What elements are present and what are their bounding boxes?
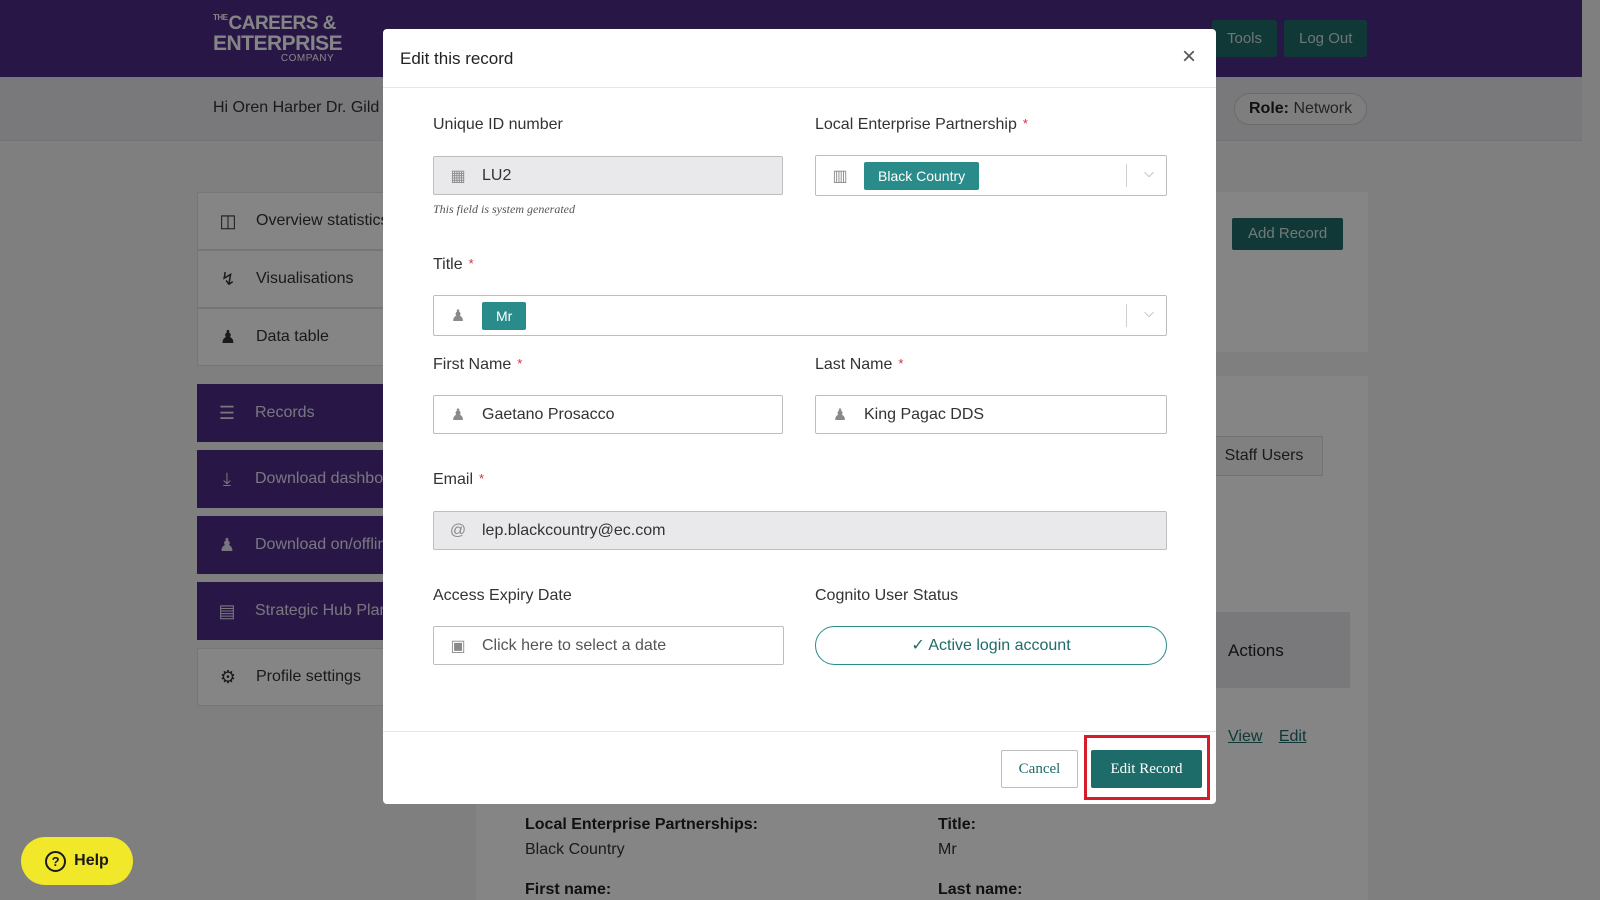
title-selected-tag[interactable]: Mr — [482, 301, 527, 330]
modal-header: Edit this record × — [383, 29, 1216, 88]
unique-id-field[interactable]: ▦ LU2 — [433, 156, 783, 195]
person-icon: ♟ — [450, 307, 466, 325]
cognito-status-value: Active login account — [928, 637, 1071, 654]
expiry-label-text: Access Expiry Date — [433, 587, 572, 604]
close-icon[interactable]: × — [1182, 45, 1196, 69]
cancel-button[interactable]: Cancel — [1001, 750, 1078, 788]
help-button[interactable]: ? Help — [21, 837, 133, 885]
expiry-date-input[interactable]: ▣ Click here to select a date — [433, 626, 784, 665]
first-name-label-text: First Name — [433, 356, 512, 373]
email-value: lep.blackcountry@ec.com — [482, 521, 666, 539]
cognito-label: Cognito User Status — [815, 587, 958, 605]
email-label-text: Email — [433, 471, 474, 488]
chevron-down-icon[interactable]: ⌵ — [1144, 305, 1154, 321]
last-name-label: Last Name * — [815, 356, 903, 374]
last-name-input[interactable]: ♟ King Pagac DDS — [815, 395, 1167, 434]
person-icon: ♟ — [450, 406, 466, 424]
title-label-text: Title — [433, 256, 463, 273]
person-icon: ♟ — [832, 406, 848, 424]
modal-title: Edit this record — [400, 49, 514, 68]
expiry-placeholder: Click here to select a date — [482, 636, 667, 654]
help-icon: ? — [45, 850, 67, 872]
last-name-value: King Pagac DDS — [864, 405, 985, 423]
last-name-label-text: Last Name — [815, 356, 893, 373]
email-label: Email * — [433, 471, 484, 489]
unique-id-value: LU2 — [482, 166, 512, 184]
title-label: Title * — [433, 256, 474, 274]
cognito-status-button[interactable]: ✓ Active login account — [815, 626, 1167, 665]
required-marker: * — [517, 356, 523, 371]
lep-selected-tag[interactable]: Black Country — [864, 161, 980, 190]
select-separator — [1126, 164, 1127, 187]
title-select[interactable]: ♟ Mr ⌵ — [433, 295, 1167, 336]
first-name-label: First Name * — [433, 356, 522, 374]
required-marker: * — [1022, 116, 1028, 131]
chevron-down-icon[interactable]: ⌵ — [1144, 165, 1154, 181]
first-name-value: Gaetano Prosacco — [482, 405, 615, 423]
unique-id-hint: This field is system generated — [433, 202, 575, 216]
at-sign-icon: @ — [449, 521, 467, 539]
unique-id-label: Unique ID number — [433, 116, 563, 134]
check-icon: ✓ — [911, 637, 925, 654]
building-icon: ▥ — [832, 167, 848, 185]
lep-select[interactable]: ▥ Black Country ⌵ — [815, 155, 1167, 196]
lep-label: Local Enterprise Partnership * — [815, 116, 1028, 134]
expiry-label: Access Expiry Date — [433, 587, 572, 605]
id-card-icon: ▦ — [450, 167, 466, 185]
required-marker: * — [898, 356, 904, 371]
select-separator — [1126, 304, 1127, 327]
unique-id-label-text: Unique ID number — [433, 116, 563, 133]
lep-label-text: Local Enterprise Partnership — [815, 116, 1017, 133]
first-name-input[interactable]: ♟ Gaetano Prosacco — [433, 395, 783, 434]
edit-record-modal: Edit this record × Unique ID number ▦ LU… — [383, 29, 1216, 804]
help-label: Help — [74, 852, 109, 869]
email-field[interactable]: @ lep.blackcountry@ec.com — [433, 511, 1167, 550]
required-marker: * — [479, 471, 485, 486]
calendar-icon: ▣ — [450, 637, 466, 655]
target-highlight-box — [1084, 735, 1210, 800]
required-marker: * — [468, 256, 474, 271]
cognito-label-text: Cognito User Status — [815, 587, 959, 604]
